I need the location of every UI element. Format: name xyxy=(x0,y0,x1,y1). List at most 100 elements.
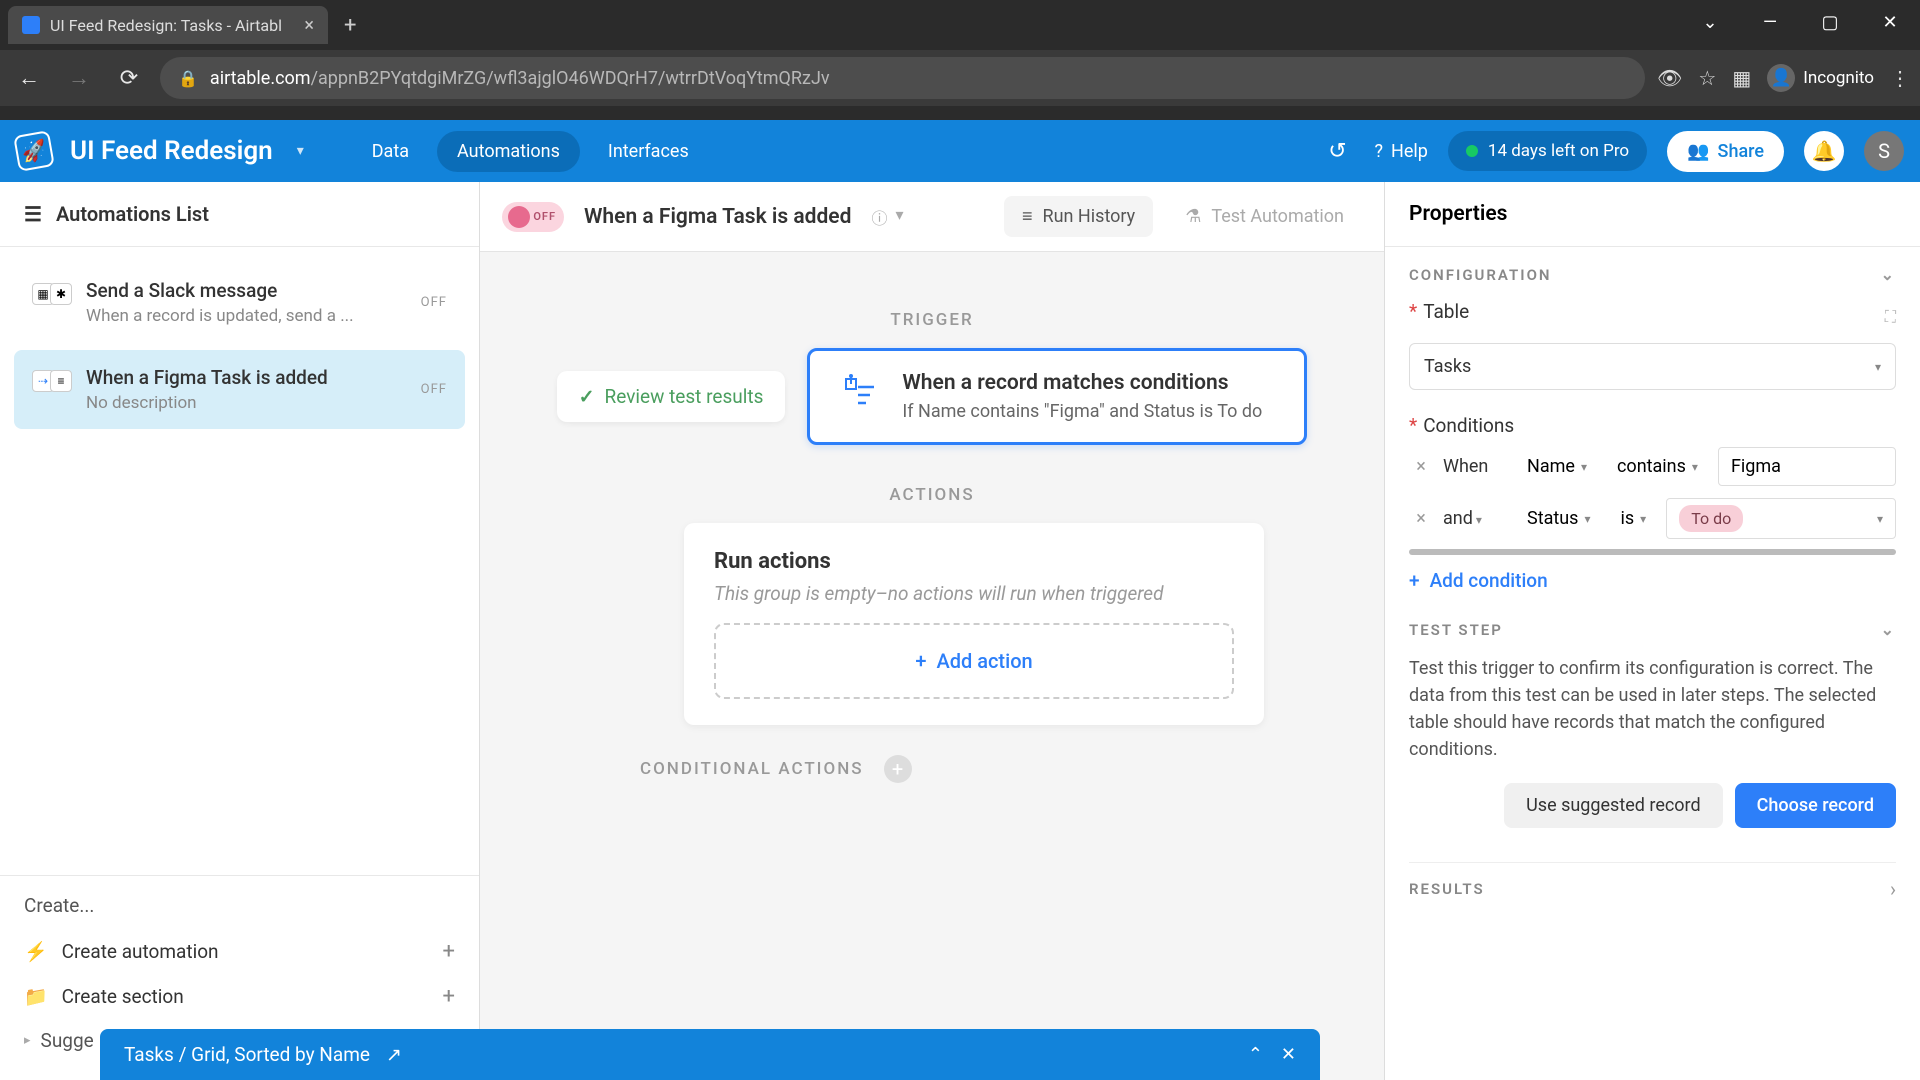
choose-record-button[interactable]: Choose record xyxy=(1735,783,1896,828)
use-suggested-record-button[interactable]: Use suggested record xyxy=(1504,783,1723,828)
remove-condition-button[interactable]: × xyxy=(1409,508,1433,529)
extensions-icon[interactable]: ▦ xyxy=(1732,66,1751,90)
main-area: ☰ Automations List ▦ ✱ Send a Slack mess… xyxy=(0,182,1920,1080)
create-automation-label: Create automation xyxy=(62,940,219,963)
automations-sidebar: ☰ Automations List ▦ ✱ Send a Slack mess… xyxy=(0,182,480,1080)
canvas-title-icons: ⓘ ▾ xyxy=(871,205,903,229)
bottom-toast: Tasks / Grid, Sorted by Name ↗ ⌃ ✕ xyxy=(100,1029,1320,1080)
toggle-label: OFF xyxy=(533,210,556,223)
automation-item-figma[interactable]: ⇢ ≡ When a Figma Task is added No descri… xyxy=(14,350,465,429)
condition-value-select[interactable]: To do ▾ xyxy=(1666,498,1896,539)
conditional-actions-row: CONDITIONAL ACTIONS + xyxy=(640,755,1324,783)
browser-tab[interactable]: UI Feed Redesign: Tasks - Airtabl × xyxy=(8,6,328,44)
results-section[interactable]: RESULTS › xyxy=(1409,862,1896,915)
chevron-up-icon[interactable]: ⌃ xyxy=(1248,1044,1263,1065)
trigger-section-label: TRIGGER xyxy=(540,310,1324,330)
notifications-button[interactable]: 🔔 xyxy=(1804,131,1844,171)
mode-tabs: Data Automations Interfaces xyxy=(352,131,709,172)
app-title[interactable]: UI Feed Redesign xyxy=(70,136,273,166)
automation-status-badge: OFF xyxy=(421,295,447,310)
conditional-actions-label: CONDITIONAL ACTIONS xyxy=(640,759,864,779)
lock-icon: 🔒 xyxy=(178,69,198,88)
run-history-button[interactable]: ≡ Run History xyxy=(1004,196,1153,237)
tab-data[interactable]: Data xyxy=(352,131,429,172)
plus-icon: + xyxy=(443,939,455,964)
toast-text: Tasks / Grid, Sorted by Name xyxy=(124,1043,370,1066)
create-section-label: Create section xyxy=(62,985,184,1008)
condition-conjunction-select[interactable]: and xyxy=(1443,508,1507,529)
automation-item-slack[interactable]: ▦ ✱ Send a Slack message When a record i… xyxy=(14,263,465,342)
close-icon[interactable]: ✕ xyxy=(1281,1044,1296,1065)
info-icon[interactable]: ⓘ xyxy=(871,205,887,229)
share-label: Share xyxy=(1718,141,1764,162)
minimize-button[interactable]: ― xyxy=(1740,0,1800,44)
menu-icon[interactable]: ⋮ xyxy=(1890,66,1910,90)
trial-badge[interactable]: 14 days left on Pro xyxy=(1448,131,1647,171)
create-label: Create... xyxy=(24,894,455,917)
new-tab-button[interactable]: + xyxy=(332,13,368,38)
add-action-button[interactable]: + Add action xyxy=(714,623,1234,699)
condition-field-select[interactable]: Name▾ xyxy=(1517,450,1597,483)
table-select[interactable]: Tasks ▾ xyxy=(1409,343,1896,390)
hamburger-icon[interactable]: ☰ xyxy=(24,202,42,226)
automation-title[interactable]: When a Figma Task is added xyxy=(584,205,851,229)
eye-off-icon[interactable]: 👁 xyxy=(1657,66,1682,90)
help-label: Help xyxy=(1391,141,1428,162)
review-test-results-chip[interactable]: ✓ Review test results xyxy=(557,371,786,422)
forward-button[interactable]: → xyxy=(60,59,98,97)
add-condition-label: Add condition xyxy=(1430,569,1548,592)
automation-item-icons: ▦ ✱ xyxy=(32,283,72,305)
chevron-down-icon: ▾ xyxy=(1875,360,1881,374)
help-link[interactable]: ? Help xyxy=(1375,141,1428,162)
tab-automations[interactable]: Automations xyxy=(437,131,580,172)
expand-icon[interactable]: ⛶ xyxy=(1885,307,1896,327)
url-field[interactable]: 🔒 airtable.com/appnB2PYqtdgiMrZG/wfl3ajg… xyxy=(160,57,1645,99)
review-results-label: Review test results xyxy=(605,385,764,408)
tab-interfaces[interactable]: Interfaces xyxy=(588,131,709,172)
close-window-button[interactable]: ✕ xyxy=(1860,0,1920,44)
test-automation-label: Test Automation xyxy=(1211,206,1344,227)
create-section-button[interactable]: 📁 Create section + xyxy=(24,974,455,1019)
conditions-divider xyxy=(1409,549,1896,555)
condition-operator-select[interactable]: is▾ xyxy=(1611,502,1657,535)
plus-icon: + xyxy=(443,984,455,1009)
run-history-label: Run History xyxy=(1043,206,1136,227)
back-button[interactable]: ← xyxy=(10,59,48,97)
condition-operator-select[interactable]: contains▾ xyxy=(1607,450,1708,483)
chevron-down-icon[interactable]: ⌄ xyxy=(1680,0,1740,44)
toggle-knob xyxy=(508,206,530,228)
reload-button[interactable]: ⟳ xyxy=(110,59,148,97)
properties-header: Properties xyxy=(1385,182,1920,247)
add-condition-button[interactable]: + Add condition xyxy=(1409,569,1896,592)
condition-value-input[interactable] xyxy=(1718,447,1896,486)
remove-condition-button[interactable]: × xyxy=(1409,456,1433,477)
condition-field-select[interactable]: Status▾ xyxy=(1517,502,1601,535)
properties-panel: Properties CONFIGURATION ⌄ * Table ⛶ Tas… xyxy=(1384,182,1920,1080)
chevron-down-icon[interactable]: ▾ xyxy=(297,143,304,159)
history-icon[interactable]: ↺ xyxy=(1321,134,1355,168)
open-icon[interactable]: ↗ xyxy=(386,1043,402,1066)
test-step-description: Test this trigger to confirm its configu… xyxy=(1409,655,1896,763)
automation-canvas: OFF When a Figma Task is added ⓘ ▾ ≡ Run… xyxy=(480,182,1384,1080)
chevron-down-icon[interactable]: ⌄ xyxy=(1881,265,1896,284)
maximize-button[interactable]: ▢ xyxy=(1800,0,1860,44)
trigger-card[interactable]: When a record matches conditions If Name… xyxy=(807,348,1307,445)
tab-close-icon[interactable]: × xyxy=(304,15,314,36)
status-pill: To do xyxy=(1679,505,1743,532)
chevron-right-icon: › xyxy=(1890,877,1896,901)
add-conditional-action-button[interactable]: + xyxy=(884,755,912,783)
avatar[interactable]: S xyxy=(1864,131,1904,171)
run-actions-title: Run actions xyxy=(714,549,1234,574)
conditions-label: * Conditions xyxy=(1409,414,1896,437)
app-logo-icon[interactable]: 🚀 xyxy=(13,130,55,172)
results-label: RESULTS xyxy=(1409,880,1485,898)
share-button[interactable]: 👥 Share xyxy=(1667,131,1784,172)
automation-toggle[interactable]: OFF xyxy=(502,202,564,232)
star-icon[interactable]: ☆ xyxy=(1698,66,1716,90)
canvas-header: OFF When a Figma Task is added ⓘ ▾ ≡ Run… xyxy=(480,182,1384,252)
plus-icon: + xyxy=(915,649,926,673)
create-automation-button[interactable]: ⚡ Create automation + xyxy=(24,929,455,974)
test-automation-button[interactable]: ⚗ Test Automation xyxy=(1167,196,1362,237)
chevron-down-icon[interactable]: ▾ xyxy=(895,205,903,229)
chevron-down-icon[interactable]: ⌄ xyxy=(1881,620,1896,639)
